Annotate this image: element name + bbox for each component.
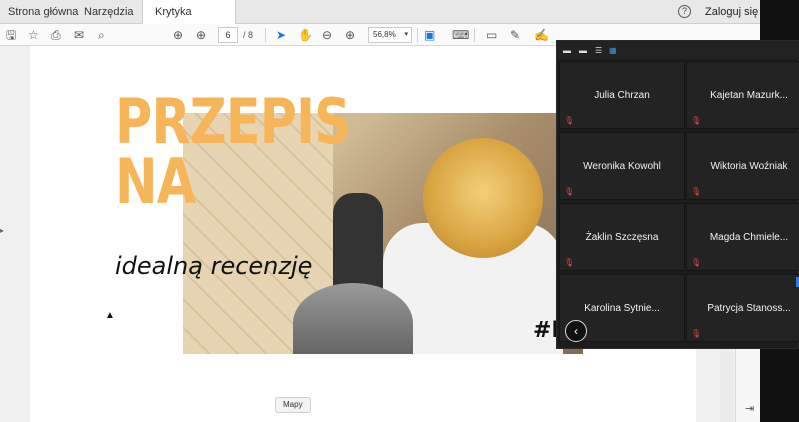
keyboard-icon[interactable]: ⌨ xyxy=(452,27,469,43)
star-icon[interactable]: ☆ xyxy=(28,27,39,43)
zoom-out-icon[interactable]: ⊖ xyxy=(322,27,332,43)
participant-tile[interactable]: Weronika Kowohl 🎙 xyxy=(559,132,685,200)
toolbar-divider xyxy=(265,28,266,42)
hand-icon[interactable]: ✋ xyxy=(298,27,313,43)
page-total: / 8 xyxy=(243,30,254,40)
participant-tile[interactable]: Kajetan Mazurk... 🎙 xyxy=(686,61,799,129)
pen-icon[interactable]: ✎ xyxy=(510,27,520,43)
mic-muted-icon: 🎙 xyxy=(691,116,702,125)
mic-muted-icon: 🎙 xyxy=(691,258,702,267)
comment-icon[interactable]: ▭ xyxy=(486,27,497,43)
help-icon[interactable]: ? xyxy=(678,5,691,18)
fit-page-icon[interactable]: ▣ xyxy=(424,27,435,43)
mic-muted-icon: 🎙 xyxy=(564,116,575,125)
expand-left-panel-icon[interactable]: ▸ xyxy=(0,226,4,235)
mic-muted-icon: 🎙 xyxy=(691,187,702,196)
bookmarks-button[interactable]: Mapy xyxy=(275,397,311,413)
minimize-icon[interactable]: ▬ xyxy=(563,46,571,55)
arrow-down-icon[interactable]: ⊕ xyxy=(196,27,206,43)
participant-tile[interactable]: Patrycja Stanoss... 🎙 xyxy=(686,274,799,342)
zoom-in-icon[interactable]: ⊕ xyxy=(345,27,355,43)
mic-muted-icon: 🎙 xyxy=(691,329,702,338)
gallery-toolbar: ▬ ▬ ☰ ▦ xyxy=(557,41,799,59)
collapse-panel-icon[interactable]: ⇥ xyxy=(745,402,754,415)
gallery-view-icon[interactable]: ▦ xyxy=(609,46,617,55)
page-number-input[interactable]: 6 xyxy=(218,27,238,43)
previous-page-button[interactable]: ‹ xyxy=(565,320,587,342)
arrow-up-icon[interactable]: ⊕ xyxy=(173,27,183,43)
mic-muted-icon: 🎙 xyxy=(564,187,575,196)
mouse-cursor-icon: ▲ xyxy=(105,310,115,321)
toolbar-divider xyxy=(474,28,475,42)
tab-tools[interactable]: Narzędzia xyxy=(84,0,134,24)
zoom-select[interactable]: 56,8% ▾ xyxy=(368,27,412,43)
slide-subtitle: idealną recenzję xyxy=(115,252,313,280)
mail-icon[interactable]: ✉ xyxy=(74,27,84,43)
tab-document[interactable]: Krytyka filmowa.pdf× xyxy=(142,0,236,42)
participant-tile[interactable]: Magda Chmiele... 🎙 xyxy=(686,203,799,271)
select-cursor-icon[interactable]: ➤ xyxy=(276,27,286,43)
tab-home[interactable]: Strona główna xyxy=(8,0,78,24)
save-icon[interactable]: 🖫 xyxy=(6,27,16,43)
login-link[interactable]: Zaloguj się xyxy=(705,0,758,24)
strip-view-icon[interactable]: ☰ xyxy=(595,46,602,55)
sign-icon[interactable]: ✍ xyxy=(534,27,549,43)
print-icon[interactable]: ⎙ xyxy=(51,27,61,43)
meeting-gallery: ▬ ▬ ☰ ▦ Julia Chrzan 🎙 Kajetan Mazurk... 🎙… xyxy=(556,40,799,349)
search-icon[interactable]: ⌕ xyxy=(98,27,105,43)
slide-title: PRZEPIS NA xyxy=(115,85,351,218)
toolbar-divider xyxy=(417,28,418,42)
chevron-down-icon: ▾ xyxy=(404,31,408,38)
tab-bar: Strona główna Narzędzia Krytyka filmowa.… xyxy=(0,0,760,42)
speaker-view-icon[interactable]: ▬ xyxy=(579,46,587,55)
participant-tile[interactable]: Julia Chrzan 🎙 xyxy=(559,61,685,129)
participant-tile[interactable]: Żaklin Szczęsna 🎙 xyxy=(559,203,685,271)
mic-muted-icon: 🎙 xyxy=(564,258,575,267)
participant-tile[interactable]: Wiktoria Woźniak 🎙 xyxy=(686,132,799,200)
